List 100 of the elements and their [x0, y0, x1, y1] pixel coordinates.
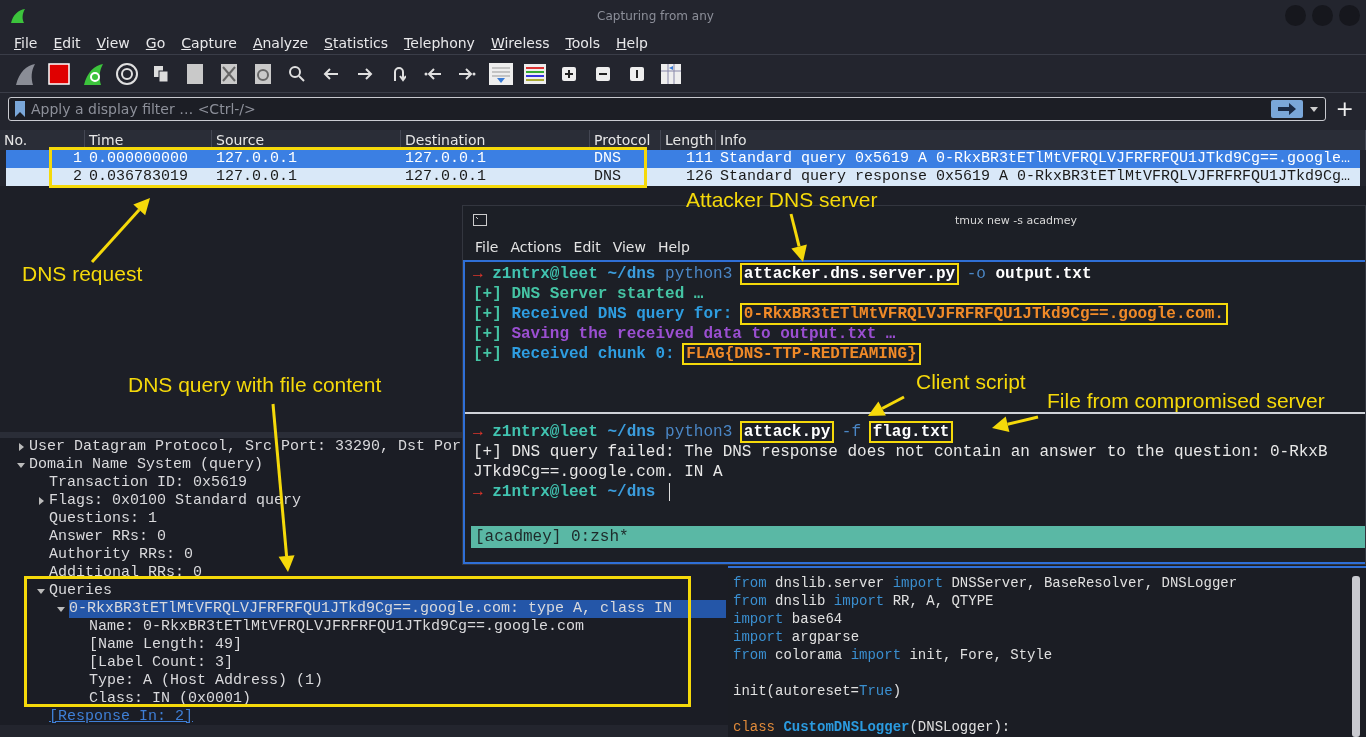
- menu-item[interactable]: Edit: [567, 239, 607, 255]
- terminal-text: →: [473, 265, 483, 283]
- scrollbar[interactable]: [1352, 576, 1360, 737]
- terminal-text: -f: [841, 423, 862, 441]
- annotation-label: Client script: [916, 370, 1026, 394]
- terminal-text: output.txt: [995, 265, 1092, 283]
- tree-item[interactable]: Authority RRs: 0: [49, 546, 194, 564]
- code-token: class: [733, 719, 775, 735]
- tree-item[interactable]: Queries: [49, 582, 112, 600]
- response-link[interactable]: [Response In: 2]: [49, 708, 194, 725]
- terminal-text: Received DNS query for:: [511, 305, 733, 323]
- terminal-icon: [473, 214, 487, 226]
- table-cell-text: 126: [685, 168, 714, 186]
- code-token: (DNSLogger):: [909, 719, 1011, 735]
- menu-item[interactable]: Actions: [504, 239, 568, 255]
- code-token: argparse: [790, 629, 860, 645]
- table-cell-text: 127.0.0.1: [215, 168, 298, 186]
- tree-item[interactable]: Questions: 1: [49, 510, 158, 528]
- packet-row[interactable]: 1 0.000000000 127.0.0.1 127.0.0.1 DNS 111 Standard query 0x5619 A 0-RkxBR3tETlMtVFRQLVJFRFRFQU1JTkd9Cg==.google…: [6, 150, 1360, 168]
- table-cell-text: 0.036783019: [88, 168, 190, 186]
- code-token: True: [859, 683, 893, 699]
- terminal-text: Received chunk 0:: [511, 345, 675, 363]
- tree-item[interactable]: [Label Count: 3]: [89, 654, 234, 672]
- text-cursor: [669, 483, 671, 501]
- autoscroll-icon[interactable]: [488, 60, 514, 87]
- add-filter-button[interactable]: +: [1331, 98, 1358, 120]
- code-token: colorama: [774, 647, 844, 663]
- table-cell-text: 127.0.0.1: [404, 150, 487, 168]
- code-token: dnslib: [774, 593, 827, 609]
- highlighted-text: flag.txt: [870, 423, 952, 441]
- tree-item[interactable]: 0-RkxBR3tETlMtVFRQLVJFRFRFQU1JTkd9Cg==.google.com: type A, class IN: [69, 600, 726, 618]
- table-cell-text: Standard query 0x5619 A 0-RkxBR3tETlMtVFRQLVJFRFRFQU1JTkd9Cg==.google…: [719, 150, 1352, 168]
- menu-item[interactable]: File: [6, 34, 46, 51]
- terminal-text: DNS Server started …: [511, 285, 704, 303]
- app-logo-icon: [10, 7, 26, 24]
- packet-row[interactable]: 2 0.036783019 127.0.0.1 127.0.0.1 DNS 126 Standard query response 0x5619 A 0-RkxBR3tETlMtVFRQLVJFRFRFQU1JTkd9Cg…: [6, 168, 1360, 186]
- highlighted-text: 0-RkxBR3tETlMtVFRQLVJFRFRFQU1JTkd9Cg==.google.com.: [741, 305, 1226, 323]
- terminal-text: [+]: [473, 325, 502, 343]
- code-token: RR, A, QTYPE: [891, 593, 994, 609]
- tree-item[interactable]: [Name Length: 49]: [89, 636, 243, 654]
- code-token: base64: [790, 611, 843, 627]
- terminal-text: [+]: [473, 305, 502, 323]
- tree-item[interactable]: User Datagram Protocol, Src Port: 33290, Dst Por: [29, 438, 462, 456]
- terminal-text: JTkd9Cg==.google.com. IN A: [473, 463, 723, 481]
- terminal-text: [+]: [473, 345, 502, 363]
- table-cell-text: DNS: [593, 150, 622, 168]
- menu-item[interactable]: Tools: [557, 34, 608, 51]
- table-cell-text: 1: [72, 150, 83, 168]
- tree-item[interactable]: Domain Name System (query): [29, 456, 264, 474]
- status-text: [acadmey] 0:zsh*: [475, 528, 629, 546]
- terminal-text: ~/dns: [607, 423, 656, 441]
- menu-item[interactable]: Analyze: [244, 34, 317, 51]
- annotation-arrow: [868, 395, 905, 416]
- table-cell-text: 127.0.0.1: [215, 150, 298, 168]
- terminal-text: →: [473, 423, 483, 441]
- display-filter-bar[interactable]: Apply a display filter … <Ctrl-/>: [8, 97, 1326, 121]
- menu-item[interactable]: Help: [651, 239, 696, 255]
- tree-item[interactable]: Name: 0-RkxBR3tETlMtVFRQLVJFRFRFQU1JTkd9Cg==.google.com: [89, 618, 585, 636]
- code-token: from: [733, 593, 767, 609]
- annotation-arrow: [789, 213, 807, 262]
- menu-item[interactable]: Edit: [45, 34, 89, 51]
- menu-item[interactable]: Capture: [173, 34, 245, 51]
- tree-item[interactable]: Transaction ID: 0x5619: [49, 474, 248, 492]
- annotation-arrow: [992, 415, 1039, 433]
- code-token: from: [733, 575, 767, 591]
- table-cell-text: DNS: [593, 168, 622, 186]
- menu-item[interactable]: File: [469, 239, 505, 255]
- terminal-text: z1ntrx@leet: [492, 265, 598, 283]
- code-token: from: [733, 647, 767, 663]
- code-token: import: [892, 575, 944, 591]
- menu-item[interactable]: View: [606, 239, 652, 255]
- stop-icon[interactable]: [46, 60, 72, 87]
- terminal-text: →: [473, 483, 483, 501]
- code-token: import: [833, 593, 885, 609]
- gear-icon[interactable]: [114, 60, 140, 87]
- menu-item[interactable]: Telephony: [396, 34, 483, 51]
- menu-item[interactable]: View: [88, 34, 138, 51]
- tree-item[interactable]: Class: IN (0x0001): [89, 690, 252, 708]
- tree-item[interactable]: Answer RRs: 0: [49, 528, 167, 546]
- menu-item[interactable]: Wireless: [482, 34, 558, 51]
- terminal-text: ~/dns: [607, 483, 656, 501]
- annotation-label: Attacker DNS server: [686, 188, 878, 212]
- table-cell-text: 127.0.0.1: [404, 168, 487, 186]
- bookmark-icon[interactable]: [13, 100, 27, 118]
- menu-item[interactable]: Go: [137, 34, 174, 51]
- terminal-text: ~/dns: [607, 265, 656, 283]
- code-token: import: [733, 629, 784, 645]
- table-cell-text: 111: [685, 150, 714, 168]
- display-filter-field[interactable]: Apply a display filter … <Ctrl-/>: [27, 101, 1271, 117]
- terminal-text: [+]: [473, 285, 502, 303]
- code-token: DNSServer, BaseResolver, DNSLogger: [950, 575, 1238, 591]
- terminal-text: python3: [665, 265, 733, 283]
- terminal-text: z1ntrx@leet: [492, 423, 598, 441]
- menu-item[interactable]: Help: [608, 34, 656, 51]
- tree-item[interactable]: Type: A (Host Address) (1): [89, 672, 324, 690]
- apply-filter-button[interactable]: [1270, 100, 1303, 118]
- tree-item[interactable]: Additional RRs: 0: [49, 564, 203, 582]
- terminal-text: z1ntrx@leet: [492, 483, 598, 501]
- annotation-arrow: [90, 198, 150, 263]
- menu-item[interactable]: Statistics: [316, 34, 397, 51]
